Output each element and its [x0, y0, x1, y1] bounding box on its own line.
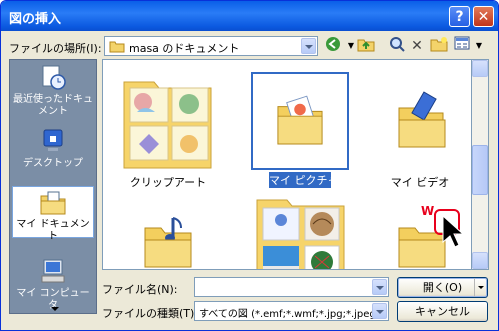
open-options-dropdown-icon[interactable]: [474, 278, 487, 297]
file-item-name: マイ ピクチャ: [269, 172, 339, 188]
up-folder-icon[interactable]: [356, 36, 376, 56]
vertical-scrollbar[interactable]: [472, 59, 489, 270]
open-button[interactable]: 開く(O): [397, 277, 488, 298]
new-folder-icon[interactable]: [429, 36, 449, 56]
music-folder-icon: [119, 200, 217, 269]
open-button-label: 開く(O): [422, 281, 463, 294]
filetype-value: すべての図 (*.emf;*.wmf;*.jpg;*.jpeg;: [199, 309, 380, 320]
delete-icon[interactable]: ✕: [407, 36, 427, 56]
search-web-icon[interactable]: [387, 36, 407, 56]
filetype-label: ファイルの種類(T):: [102, 307, 199, 320]
insert-picture-dialog: 図の挿入 ? ✕ ファイルの場所(I): masa のドキュメント ▼ ✕ ▼ …: [0, 0, 499, 331]
filename-dropdown-button[interactable]: [372, 279, 387, 295]
my-documents-icon: [40, 191, 66, 215]
folder-small-icon: [109, 41, 125, 53]
place-recent-documents[interactable]: 最近使ったドキュメント: [12, 62, 94, 117]
place-my-documents[interactable]: マイ ドキュメント: [12, 186, 94, 242]
places-scroll-down-icon[interactable]: [51, 307, 59, 311]
window-title: 図の挿入: [9, 12, 62, 27]
place-label: デスクトップ: [23, 158, 83, 169]
scroll-down-button[interactable]: [472, 252, 488, 269]
filetype-dropdown-button[interactable]: [372, 303, 387, 319]
title-bar: 図の挿入 ? ✕: [1, 1, 498, 31]
scroll-up-button[interactable]: [472, 60, 488, 77]
file-item-my-pictures[interactable]: マイ ピクチャ: [251, 72, 349, 188]
location-value: masa のドキュメント: [129, 42, 240, 55]
clipart-folder-icon: [119, 74, 217, 172]
file-item-my-videos[interactable]: マイ ビデオ: [371, 74, 469, 189]
file-item-clipart[interactable]: クリップアート: [119, 74, 217, 189]
desktop-icon: [43, 129, 63, 151]
file-list-view[interactable]: クリップアート マイ ピクチャ マイ ビデオ W: [102, 59, 472, 270]
file-item-pictures[interactable]: [253, 198, 351, 269]
location-combo[interactable]: masa のドキュメント: [104, 36, 318, 56]
my-computer-icon: [41, 259, 65, 283]
file-item-music[interactable]: [119, 200, 217, 269]
back-icon[interactable]: [323, 36, 343, 56]
place-my-computer[interactable]: マイ コンピュータ: [12, 256, 94, 311]
overlay-marker: W: [421, 204, 435, 218]
file-item-name: クリップアート: [129, 176, 207, 189]
filename-label: ファイル名(N):: [102, 283, 178, 296]
file-item-name: マイ ビデオ: [390, 176, 450, 189]
place-label: マイ ドキュメント: [16, 219, 90, 242]
cancel-button[interactable]: キャンセル: [397, 301, 488, 322]
recent-documents-icon: [42, 65, 66, 90]
my-pictures-folder-icon: [251, 72, 349, 170]
place-label: 最近使ったドキュメント: [13, 94, 93, 117]
close-button[interactable]: ✕: [473, 6, 494, 27]
places-bar: 最近使ったドキュメント デスクトップ マイ ドキュメント マイ コンピュータ: [9, 59, 97, 314]
picture-folder-icon: [253, 198, 351, 269]
cursor-overlay-icon: [434, 209, 465, 248]
location-dropdown-button[interactable]: [301, 38, 316, 54]
location-label: ファイルの場所(I):: [9, 42, 102, 55]
views-dropdown-icon[interactable]: ▼: [469, 36, 489, 56]
filename-input[interactable]: [194, 277, 389, 297]
place-desktop[interactable]: デスクトップ: [12, 126, 94, 178]
help-button[interactable]: ?: [449, 6, 470, 27]
cancel-button-label: キャンセル: [415, 305, 470, 318]
scroll-thumb[interactable]: [472, 145, 488, 195]
my-videos-folder-icon: [371, 74, 469, 172]
filetype-select[interactable]: すべての図 (*.emf;*.wmf;*.jpg;*.jpeg;: [194, 301, 389, 321]
